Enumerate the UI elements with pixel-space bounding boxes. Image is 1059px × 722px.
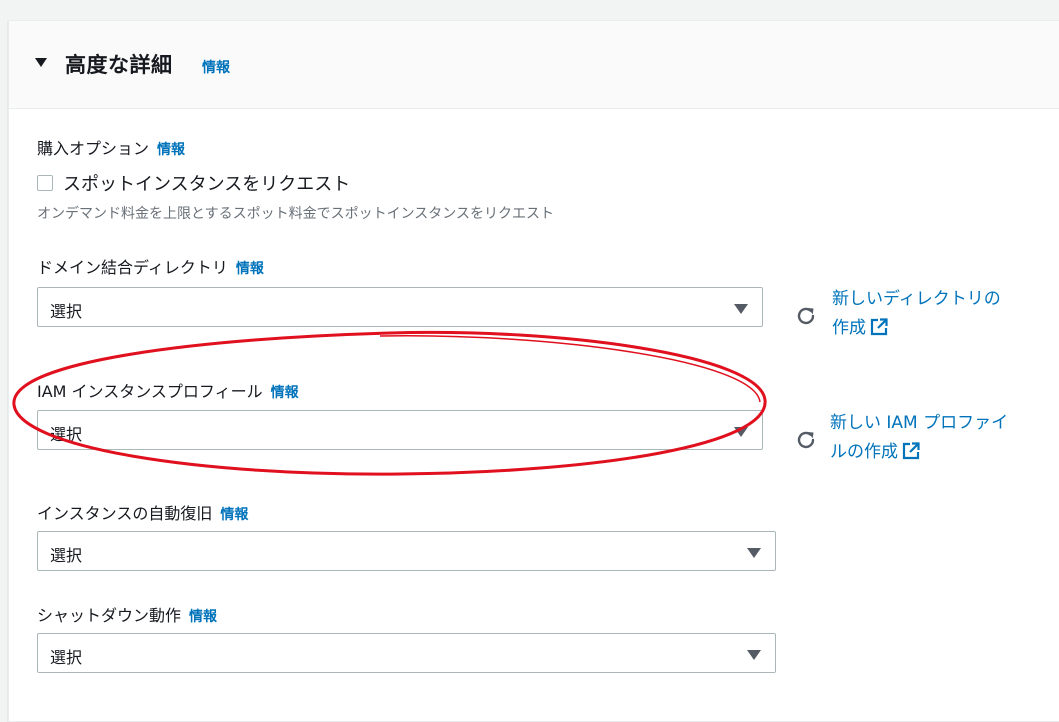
create-iam-profile-link-line1[interactable]: 新しい IAM プロファイ [830,413,1008,433]
domain-directory-select[interactable]: 選択 [37,287,763,327]
spot-instance-checkbox[interactable] [37,175,53,191]
create-directory-link-line1[interactable]: 新しいディレクトリの [832,289,1001,309]
spot-instance-checkbox-label[interactable]: スポットインスタンスをリクエスト [63,170,350,196]
spot-instance-checkbox-row[interactable]: スポットインスタンスをリクエスト [37,170,350,196]
header-info-link[interactable]: 情報 [202,57,230,77]
iam-profile-select-value: 選択 [50,425,83,444]
auto-recovery-select[interactable]: 選択 [37,531,776,571]
shutdown-behavior-select-value: 選択 [50,648,83,667]
purchase-option-label: 購入オプション 情報 [37,135,185,159]
auto-recovery-label: インスタンスの自動復旧 情報 [37,500,248,524]
iam-profile-info-link[interactable]: 情報 [271,385,299,401]
refresh-icon[interactable] [794,304,818,328]
domain-directory-label: ドメイン結合ディレクトリ 情報 [37,254,264,278]
dropdown-arrow-icon [747,548,761,558]
create-directory-link-line2[interactable]: 作成 [832,318,866,338]
create-iam-profile-link-line2[interactable]: ルの作成 [830,442,898,462]
panel-header[interactable]: 高度な詳細 情報 [9,21,1059,109]
iam-profile-label-text: IAM インスタンスプロフィール [37,382,263,401]
dropdown-arrow-icon [747,650,761,660]
shutdown-behavior-info-link[interactable]: 情報 [189,609,217,625]
auto-recovery-info-link[interactable]: 情報 [220,507,248,523]
caret-down-icon[interactable] [35,58,47,67]
dropdown-arrow-icon [734,304,748,314]
iam-profile-select[interactable]: 選択 [37,410,763,450]
refresh-icon[interactable] [794,428,818,452]
domain-directory-info-link[interactable]: 情報 [236,261,264,277]
external-link-icon[interactable] [902,442,920,460]
panel-title: 高度な詳細 [65,53,173,77]
purchase-option-info-link[interactable]: 情報 [157,142,185,158]
create-iam-profile-link[interactable]: 新しい IAM プロファイ ルの作成 [830,409,1040,467]
shutdown-behavior-label-text: シャットダウン動作 [37,606,182,625]
purchase-option-label-text: 購入オプション [37,139,150,158]
auto-recovery-select-value: 選択 [50,546,83,565]
external-link-icon[interactable] [870,318,888,336]
auto-recovery-label-text: インスタンスの自動復旧 [37,504,213,523]
domain-directory-select-value: 選択 [50,302,83,321]
shutdown-behavior-select[interactable]: 選択 [37,633,776,673]
create-directory-link[interactable]: 新しいディレクトリの 作成 [832,285,1042,343]
shutdown-behavior-label: シャットダウン動作 情報 [37,602,217,626]
iam-profile-label: IAM インスタンスプロフィール 情報 [37,378,299,402]
advanced-details-panel: 高度な詳細 情報 購入オプション 情報 スポットインスタンスをリクエスト オンデマ… [8,20,1059,722]
domain-directory-label-text: ドメイン結合ディレクトリ [37,258,228,277]
spot-instance-description: オンデマンド料金を上限とするスポット料金でスポットインスタンスをリクエスト [37,206,555,222]
dropdown-arrow-icon [734,427,748,437]
